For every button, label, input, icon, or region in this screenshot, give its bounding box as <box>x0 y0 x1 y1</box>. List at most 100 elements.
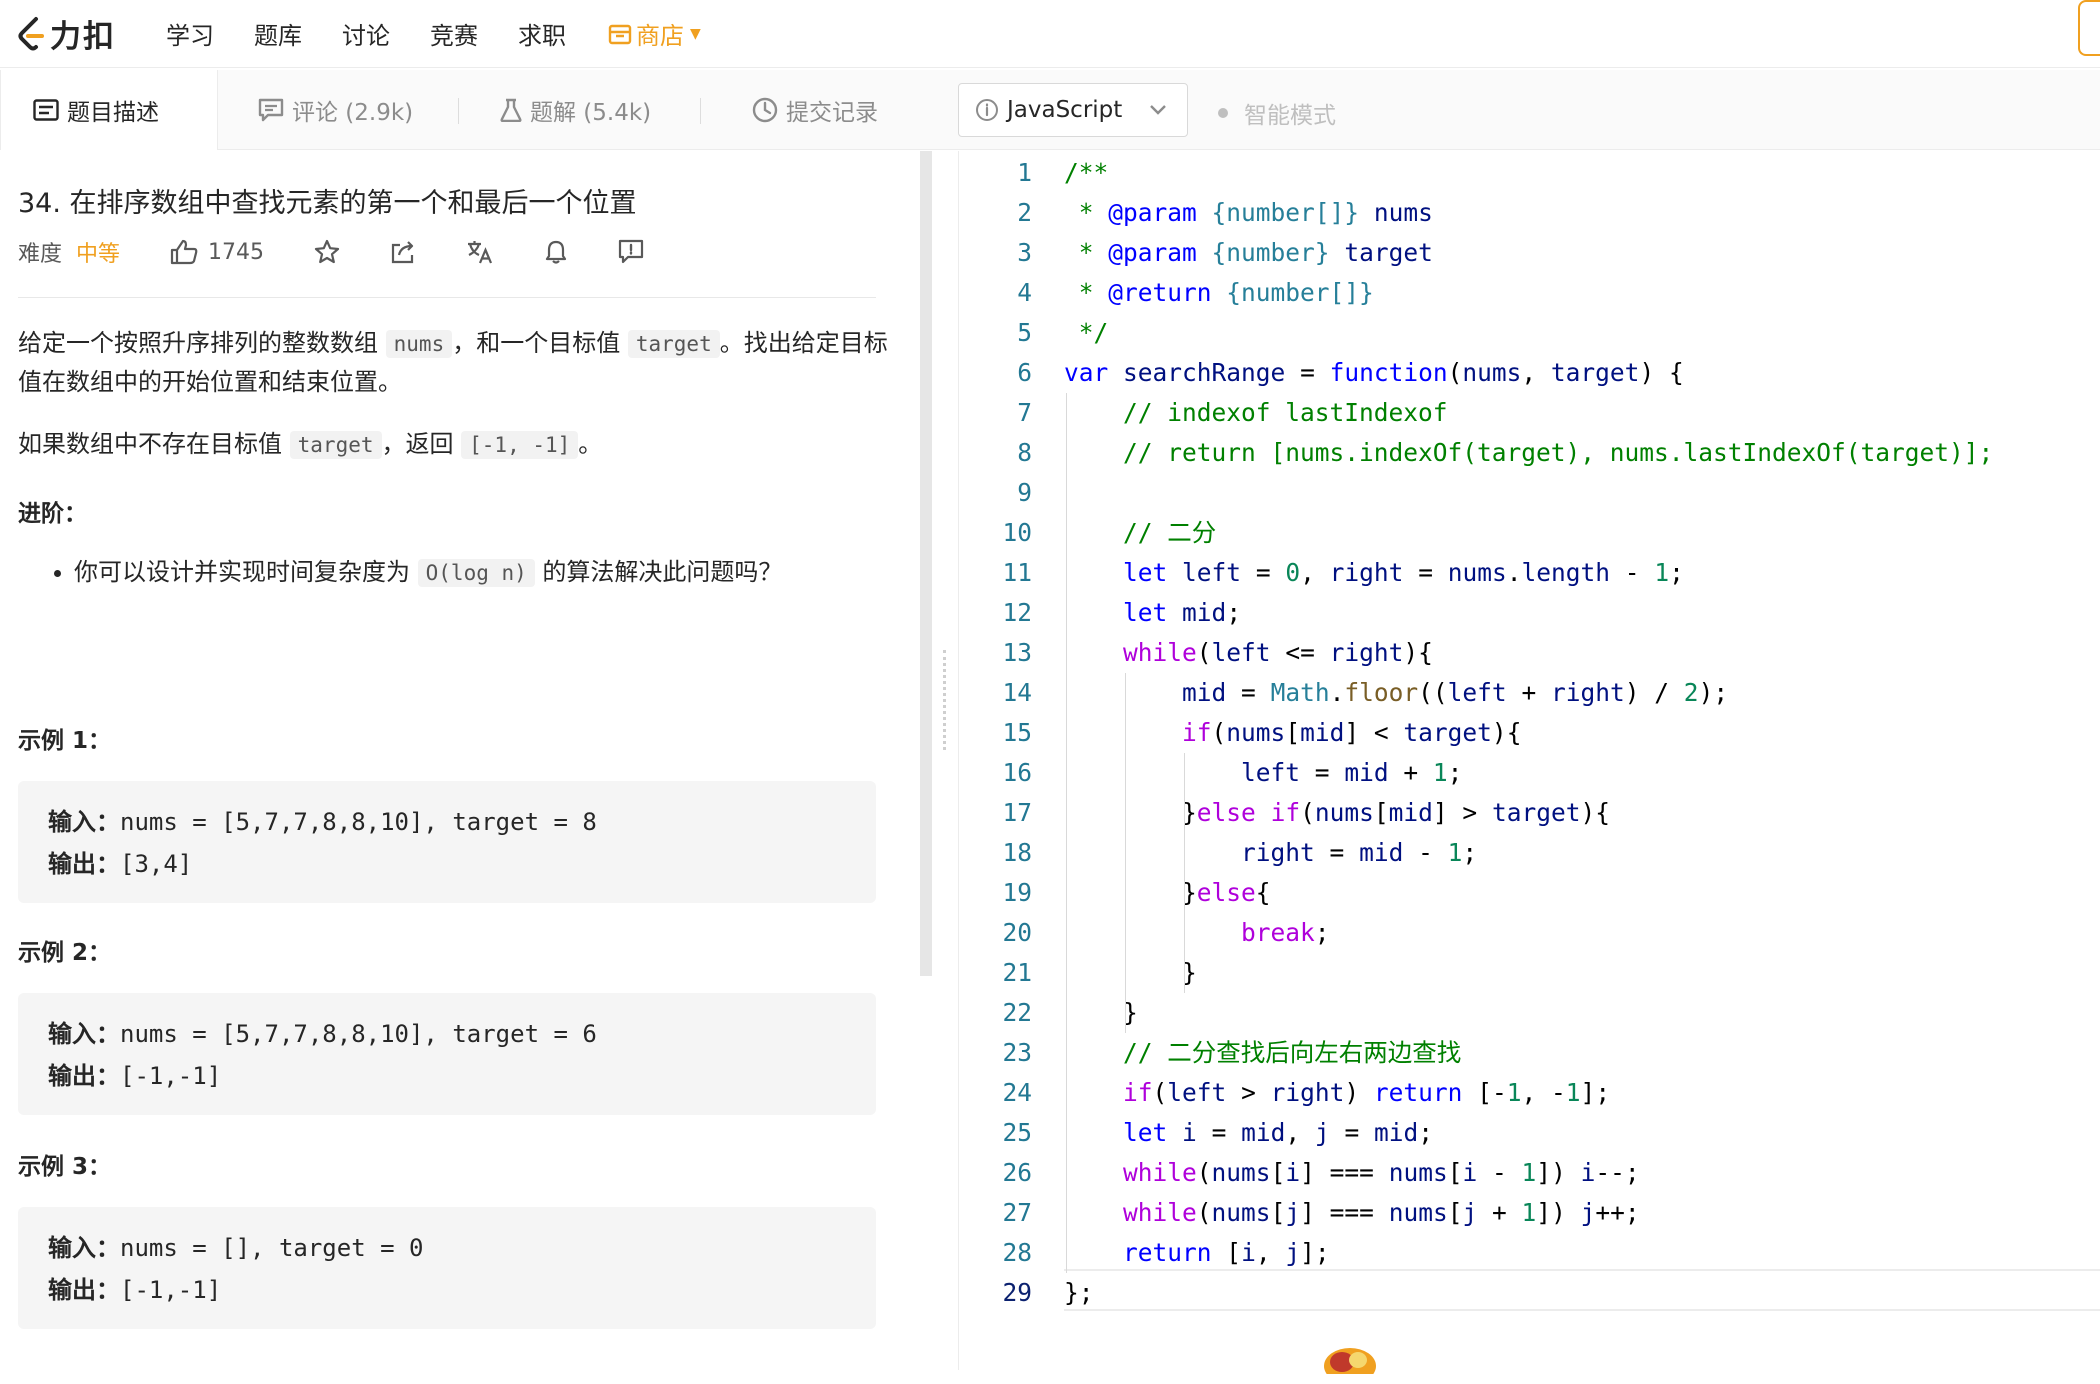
code-line[interactable]: 29}; <box>960 1273 2100 1313</box>
inline-code: target <box>627 330 720 358</box>
code-line[interactable]: 27 while(nums[j] === nums[j + 1]) j++; <box>960 1193 2100 1233</box>
code-text: left = mid + 1; <box>1241 758 1463 787</box>
share-button[interactable] <box>390 239 416 265</box>
indent-guide <box>1184 913 1185 993</box>
code-text: // return [nums.indexOf(target), nums.la… <box>1123 438 1994 467</box>
code-line[interactable]: 21 } <box>960 953 2100 993</box>
desc-text: 如果数组中不存在目标值 <box>18 430 290 458</box>
code-text: } <box>1182 958 1197 987</box>
code-line[interactable]: 1 /** <box>960 153 2100 193</box>
code-line[interactable]: 19 }else{ <box>960 873 2100 913</box>
code-line[interactable]: 26 while(nums[i] === nums[i - 1]) i--; <box>960 1153 2100 1193</box>
code-line[interactable]: 12 let mid; <box>960 593 2100 633</box>
nav-link-discuss[interactable]: 讨论 <box>342 16 390 51</box>
leetcode-logo-icon <box>18 16 44 50</box>
code-line[interactable]: 9 <box>960 473 2100 513</box>
code-line[interactable]: 7 // indexof lastIndexof <box>960 393 2100 433</box>
advanced-heading: 进阶： <box>18 501 87 527</box>
line-number: 2 <box>1017 198 1032 227</box>
example-3-heading: 示例 3： <box>18 1154 112 1180</box>
code-line[interactable]: 25 let i = mid, j = mid; <box>960 1113 2100 1153</box>
code-line[interactable]: 6 var searchRange = function(nums, target… <box>960 353 2100 393</box>
code-line[interactable]: 8 // return [nums.indexOf(target), nums.… <box>960 433 2100 473</box>
code-text: break; <box>1241 918 1330 947</box>
nav-link-contest[interactable]: 竞赛 <box>430 16 478 51</box>
code-line[interactable]: 24 if(left > right) return [-1, -1]; <box>960 1073 2100 1113</box>
notification-button[interactable] <box>544 239 568 265</box>
code-text: }else{ <box>1182 878 1271 907</box>
description-paragraph-2: 如果数组中不存在目标值 target ，返回 [-1, -1]。 <box>18 425 888 464</box>
tab-comments[interactable]: 评论 (2.9k) <box>258 70 413 150</box>
code-line[interactable]: 14 mid = Math.floor((left + right) / 2); <box>960 673 2100 713</box>
code-text: * @return {number[]} <box>1064 278 1374 307</box>
output-label: 输出： <box>48 850 120 878</box>
feedback-button[interactable] <box>618 239 644 265</box>
line-number: 18 <box>1002 838 1032 867</box>
bullet-text: 的算法解决此问题吗？ <box>534 558 783 586</box>
panel-resize-handle[interactable] <box>943 650 947 750</box>
like-button[interactable]: 1745 <box>170 239 264 265</box>
line-number: 9 <box>1017 478 1032 507</box>
mascot-icon[interactable] <box>1320 1344 1380 1384</box>
line-number: 8 <box>1017 438 1032 467</box>
code-line[interactable]: 3 * @param {number} target <box>960 233 2100 273</box>
left-panel-scrollbar[interactable] <box>920 151 932 976</box>
code-line[interactable]: 18 right = mid - 1; <box>960 833 2100 873</box>
code-text: while(nums[i] === nums[i - 1]) i--; <box>1123 1158 1640 1187</box>
bell-icon <box>545 240 567 264</box>
code-text: } <box>1123 998 1138 1027</box>
code-line[interactable]: 13 while(left <= right){ <box>960 633 2100 673</box>
smart-mode-toggle[interactable]: 智能模式 <box>1218 96 1336 130</box>
tab-submissions[interactable]: 提交记录 <box>752 70 878 150</box>
tabs-bar: 题目描述 评论 (2.9k) 题解 (5.4k) 提交记录 JavaScript <box>0 70 2100 150</box>
code-line[interactable]: 2 * @param {number[]} nums <box>960 193 2100 233</box>
code-line[interactable]: 28 return [i, j]; <box>960 1233 2100 1273</box>
nav-link-learn[interactable]: 学习 <box>166 16 214 51</box>
code-line[interactable]: 4 * @return {number[]} <box>960 273 2100 313</box>
top-navbar: 力扣 学习 题库 讨论 竞赛 求职 商店 ▼ <box>0 0 2100 68</box>
example-2-block: 输入：nums = [5,7,7,8,8,10], target = 6 输出：… <box>18 993 876 1115</box>
tab-description[interactable]: 题目描述 <box>0 70 218 150</box>
code-line[interactable]: 22 } <box>960 993 2100 1033</box>
code-line[interactable]: 20 break; <box>960 913 2100 953</box>
shop-icon <box>608 24 632 44</box>
code-text: // 二分 <box>1123 518 1217 547</box>
code-text: // 二分查找后向左右两边查找 <box>1123 1038 1462 1067</box>
indent-guide <box>1066 393 1067 1273</box>
top-right-button[interactable] <box>2078 0 2100 56</box>
nav-shop[interactable]: 商店 ▼ <box>608 16 701 51</box>
code-text: if(nums[mid] < target){ <box>1182 718 1522 747</box>
language-select[interactable]: JavaScript <box>958 83 1188 137</box>
line-number: 15 <box>1002 718 1032 747</box>
translate-button[interactable] <box>466 239 494 265</box>
input-label: 输入： <box>48 1020 120 1048</box>
desc-text: ，和一个目标值 <box>452 329 628 357</box>
nav-link-jobs[interactable]: 求职 <box>518 16 566 51</box>
output-label: 输出： <box>48 1276 120 1304</box>
tab-solutions[interactable]: 题解 (5.4k) <box>500 70 651 150</box>
thumbs-up-icon <box>170 239 198 265</box>
leetcode-logo[interactable]: 力扣 <box>16 0 116 68</box>
code-line[interactable]: 15 if(nums[mid] < target){ <box>960 713 2100 753</box>
bullet-dot <box>54 570 61 577</box>
nav-link-problems[interactable]: 题库 <box>254 16 302 51</box>
favorite-button[interactable] <box>314 239 340 265</box>
code-editor[interactable]: 1/** 2 * @param {number[]} nums 3 * @param… <box>960 151 2100 1370</box>
code-text: // indexof lastIndexof <box>1123 398 1448 427</box>
code-line[interactable]: 17 }else if(nums[mid] > target){ <box>960 793 2100 833</box>
code-line[interactable]: 11 let left = 0, right = nums.length - 1… <box>960 553 2100 593</box>
flask-icon <box>500 98 522 122</box>
code-line[interactable]: 10 // 二分 <box>960 513 2100 553</box>
code-text: */ <box>1064 318 1109 347</box>
problem-title: 34. 在排序数组中查找元素的第一个和最后一个位置 <box>18 188 637 219</box>
shop-label: 商店 <box>636 22 684 50</box>
code-line[interactable]: 23 // 二分查找后向左右两边查找 <box>960 1033 2100 1073</box>
code-line[interactable]: 5 */ <box>960 313 2100 353</box>
line-number: 3 <box>1017 238 1032 267</box>
line-number: 5 <box>1017 318 1032 347</box>
line-number: 17 <box>1002 798 1032 827</box>
code-text: while(nums[j] === nums[j + 1]) j++; <box>1123 1198 1640 1227</box>
code-line[interactable]: 16 left = mid + 1; <box>960 753 2100 793</box>
code-text: * @param {number} target <box>1064 238 1433 267</box>
indent-guide <box>1184 833 1185 913</box>
